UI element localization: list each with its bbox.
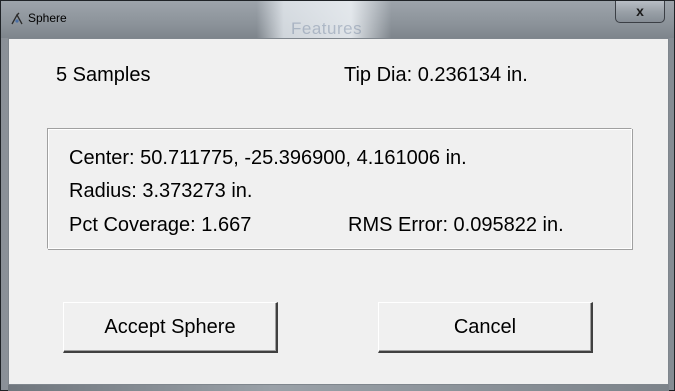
title-bar[interactable]: Features Sphere x [1, 1, 674, 38]
center-label: Center: 50.711775, -25.396900, 4.161006 … [69, 147, 467, 169]
accept-sphere-button[interactable]: Accept Sphere [63, 302, 278, 353]
window-title: Sphere [28, 11, 67, 25]
sphere-dialog-window: Features Sphere x 5 Samples Tip Dia: 0.2… [0, 0, 675, 391]
pct-coverage-label: Pct Coverage: 1.667 [69, 214, 252, 236]
samples-count-label: 5 Samples [56, 64, 151, 86]
close-icon: x [636, 3, 644, 19]
cancel-button[interactable]: Cancel [378, 302, 593, 353]
close-button[interactable]: x [615, 1, 665, 23]
dialog-client-area: 5 Samples Tip Dia: 0.236134 in. Center: … [8, 38, 669, 385]
rms-error-label: RMS Error: 0.095822 in. [348, 214, 564, 236]
window-bottom-border [8, 385, 669, 391]
app-icon [11, 12, 23, 25]
background-window-title: Features [291, 19, 363, 38]
radius-label: Radius: 3.373273 in. [69, 180, 253, 202]
tip-diameter-label: Tip Dia: 0.236134 in. [344, 64, 528, 86]
